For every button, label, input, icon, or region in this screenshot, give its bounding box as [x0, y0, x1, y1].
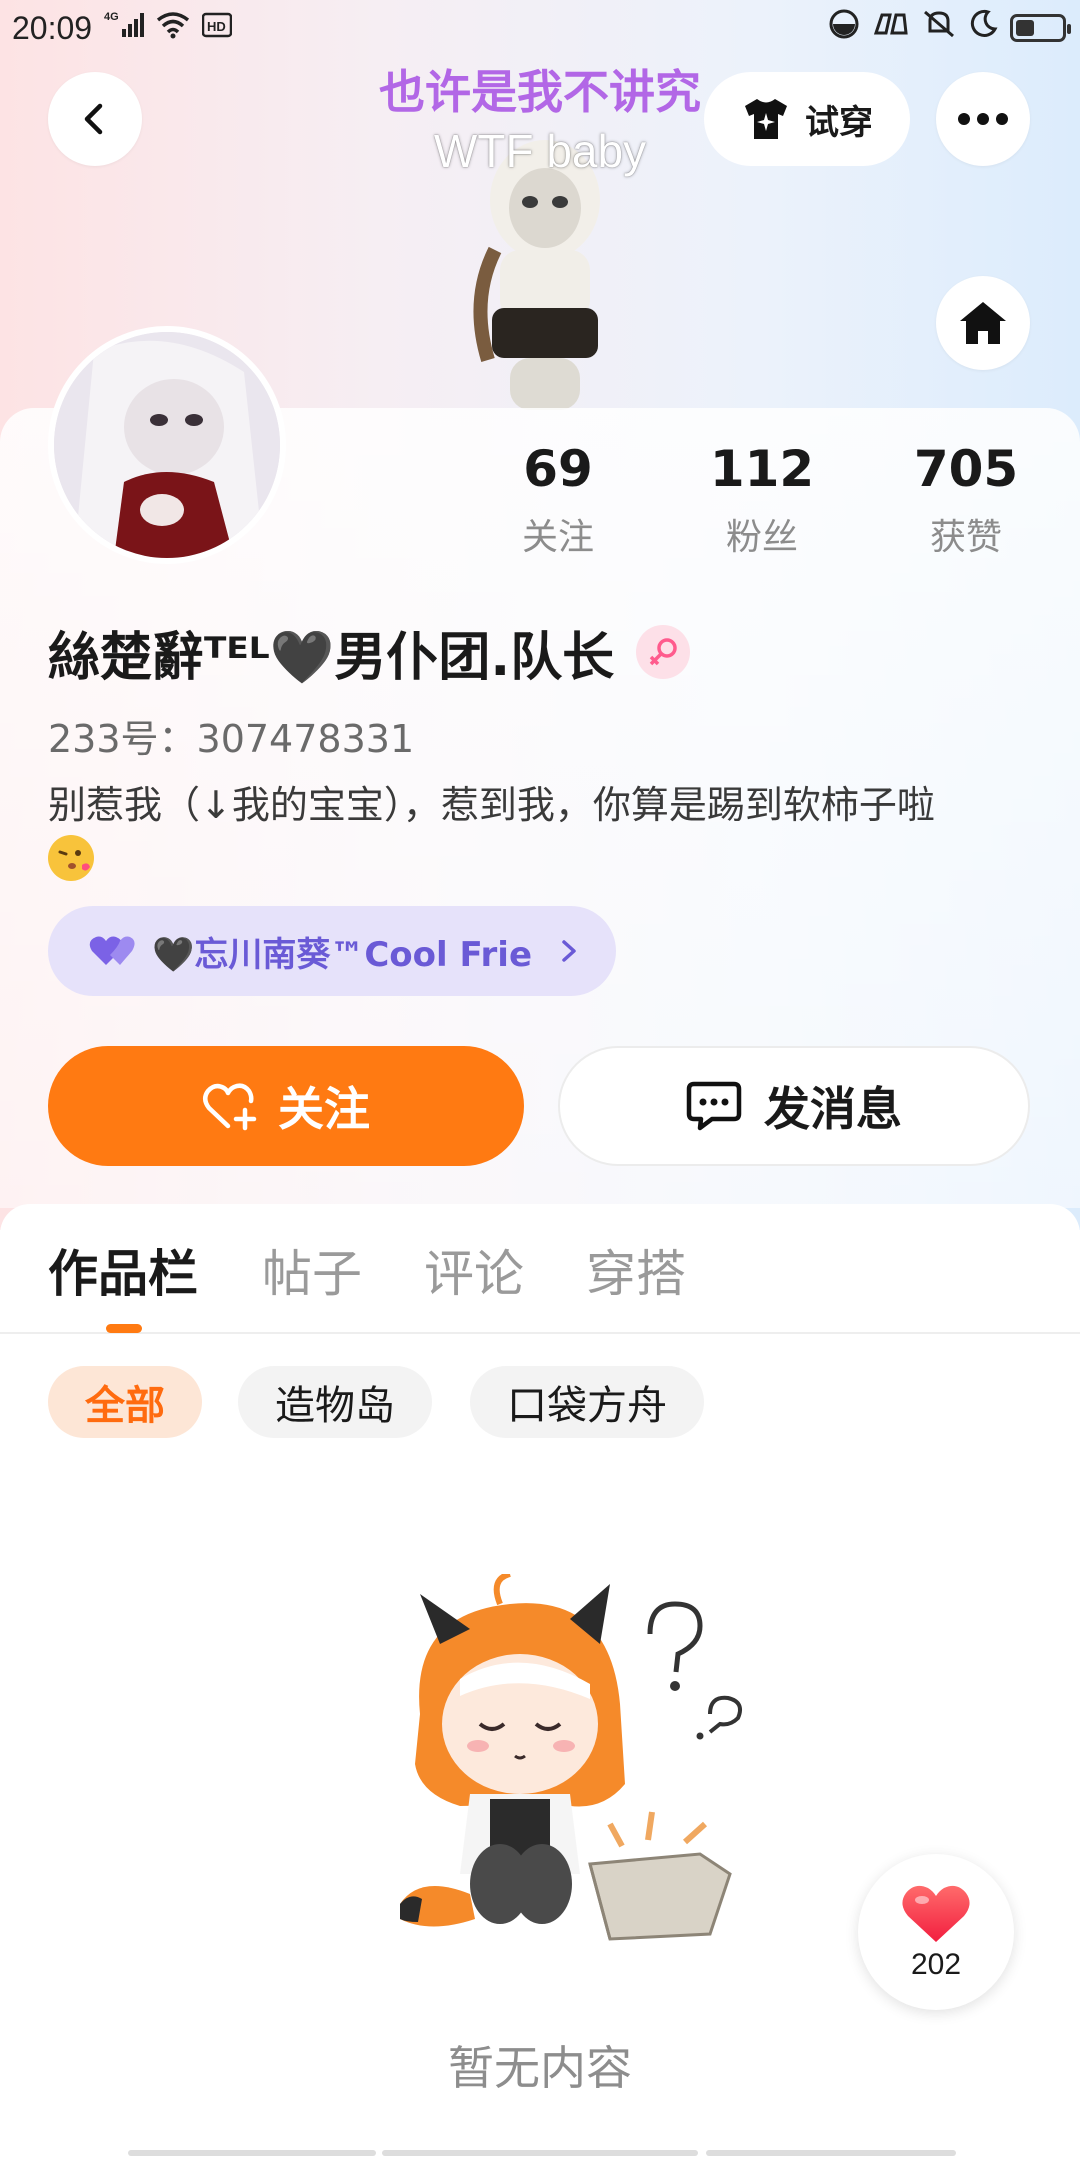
stat-value: 705 — [913, 440, 1019, 498]
bgm-song-title: 也许是我不讲究 — [379, 65, 701, 119]
send-message-button[interactable]: 发消息 — [558, 1046, 1030, 1166]
stat-label: 获赞 — [929, 517, 1002, 558]
like-count: 202 — [910, 1948, 962, 1981]
chevron-right-icon — [562, 940, 576, 962]
follow-label: 关注 — [278, 1082, 370, 1136]
chat-bubble-icon — [686, 1081, 742, 1131]
double-heart-icon — [89, 936, 135, 965]
vpn-icon — [828, 8, 860, 48]
group-badge-button[interactable]: 🖤忘川南葵™Cool Frie — [48, 906, 616, 996]
game-mode-icon — [872, 9, 910, 47]
svg-text:HD: HD — [207, 19, 226, 34]
filter-creation-island[interactable]: 造物岛 — [238, 1366, 432, 1438]
try-on-label: 试穿 — [805, 102, 873, 143]
status-time: 20:09 — [12, 9, 93, 46]
stat-label: 关注 — [521, 517, 594, 558]
group-name: 🖤忘川南葵™Cool Frie — [152, 934, 533, 975]
wifi-icon — [156, 9, 190, 47]
tab-posts[interactable]: 帖子 — [262, 1234, 362, 1306]
filter-pocket-ark[interactable]: 口袋方舟 — [470, 1366, 704, 1438]
hd-icon: HD — [201, 9, 233, 47]
tab-outfits[interactable]: 穿搭 — [586, 1234, 686, 1306]
kiss-emoji-icon — [48, 834, 94, 881]
bgm-song-artist: WTF baby — [433, 125, 647, 177]
more-dots-icon — [958, 113, 1008, 125]
floating-like-button[interactable]: 202 — [858, 1854, 1014, 2010]
message-label: 发消息 — [764, 1082, 902, 1136]
signal-icon: 4G — [104, 9, 145, 47]
heart-plus-icon — [203, 1083, 257, 1131]
tshirt-icon — [745, 99, 787, 139]
bottom-scroll-indicator — [128, 2150, 958, 2160]
stat-following[interactable]: 69 关注 — [468, 440, 648, 560]
try-on-button[interactable]: 试穿 — [704, 72, 910, 166]
content-section: 作品栏 帖子 评论 穿搭 全部 造物岛 口袋方舟 暂无内容 — [0, 1204, 1080, 2160]
home-button[interactable] — [936, 276, 1030, 370]
stat-value: 69 — [523, 440, 593, 498]
moon-icon — [968, 9, 998, 47]
tab-works[interactable]: 作品栏 — [48, 1234, 198, 1306]
back-button[interactable] — [48, 72, 142, 166]
empty-state-illustration — [400, 1574, 742, 1941]
chevron-left-icon — [84, 103, 103, 135]
battery-icon — [1010, 14, 1071, 42]
home-icon — [960, 302, 1006, 344]
stats-row: 69 关注 112 粉丝 705 获赞 — [0, 440, 1080, 570]
female-gender-icon — [636, 625, 691, 679]
active-tab-indicator — [106, 1324, 142, 1333]
status-bar: 20:09 4G HD — [0, 0, 1080, 56]
nickname: 絲楚辭ᵀᴱᴸ🖤男仆团.队长 — [48, 627, 615, 688]
filter-all[interactable]: 全部 — [48, 1366, 202, 1438]
follow-button[interactable]: 关注 — [48, 1046, 524, 1166]
nickname-row: 絲楚辭ᵀᴱᴸ🖤男仆团.队长 — [48, 612, 691, 692]
heart-icon — [902, 1885, 970, 1942]
bio-text: 别惹我（↓我的宝宝），惹到我，你算是踢到软柿子啦 — [48, 783, 935, 827]
stat-value: 112 — [709, 440, 815, 498]
bio: 别惹我（↓我的宝宝），惹到我，你算是踢到软柿子啦 — [48, 780, 1008, 881]
empty-state-text: 暂无内容 — [448, 2041, 632, 2095]
stat-label: 粉丝 — [725, 517, 798, 558]
tab-comments[interactable]: 评论 — [424, 1234, 524, 1306]
more-button[interactable] — [936, 72, 1030, 166]
tab-bar: 作品栏 帖子 评论 穿搭 — [0, 1204, 1080, 1334]
mute-icon — [922, 9, 956, 47]
svg-text:4G: 4G — [104, 11, 119, 23]
stat-likes[interactable]: 705 获赞 — [876, 440, 1056, 560]
stat-followers[interactable]: 112 粉丝 — [672, 440, 852, 560]
user-id: 233号：307478331 — [48, 717, 415, 761]
